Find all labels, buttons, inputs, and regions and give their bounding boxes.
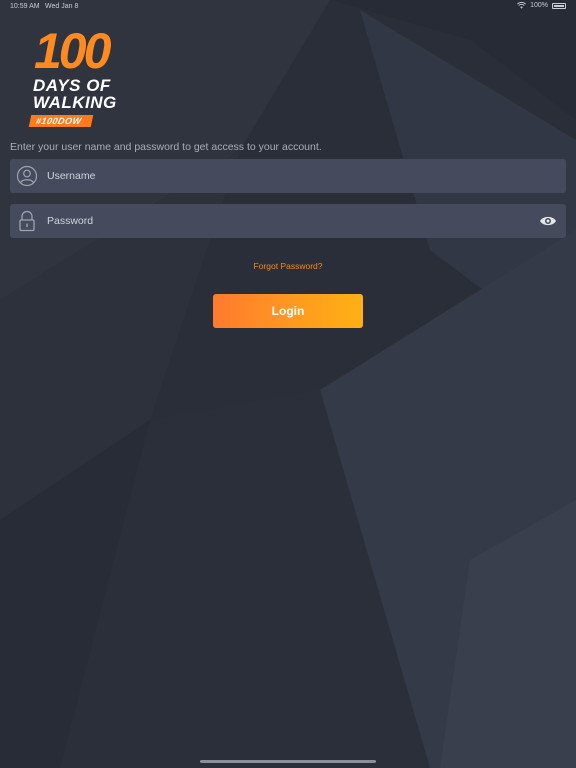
battery-icon xyxy=(552,2,566,9)
username-input[interactable] xyxy=(47,159,527,193)
status-right: 100% xyxy=(517,2,566,9)
user-icon xyxy=(16,165,38,187)
home-indicator xyxy=(200,760,376,763)
status-time: 10:59 AM xyxy=(10,3,40,10)
username-field[interactable] xyxy=(10,159,566,193)
logo-line-1: DAYS OF xyxy=(33,76,111,95)
battery-percent: 100% xyxy=(530,2,548,9)
app-logo: 100 DAYS OF WALKING #100DOW xyxy=(28,23,130,130)
forgot-password-row: Forgot Password? xyxy=(0,261,576,271)
status-bar: 10:59 AM Wed Jan 8 100% xyxy=(0,0,576,14)
lock-icon xyxy=(16,210,38,232)
password-field[interactable] xyxy=(10,204,566,238)
status-date: Wed Jan 8 xyxy=(45,3,79,10)
forgot-password-link[interactable]: Forgot Password? xyxy=(254,261,323,271)
logo-number: 100 xyxy=(34,23,111,79)
login-instructions: Enter your user name and password to get… xyxy=(10,141,322,153)
logo-hashtag: #100DOW xyxy=(28,115,94,127)
wifi-icon xyxy=(517,2,527,9)
password-input[interactable] xyxy=(47,204,527,238)
eye-icon[interactable] xyxy=(539,213,557,229)
logo-line-2: WALKING xyxy=(33,93,117,112)
login-button[interactable]: Login xyxy=(213,294,363,328)
